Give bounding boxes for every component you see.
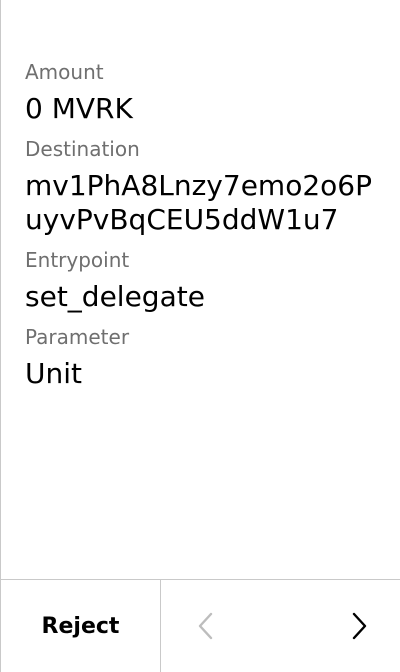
amount-field: Amount 0 MVRK [25,58,381,126]
parameter-value: Unit [25,357,82,390]
action-footer: Reject [1,579,400,672]
chevron-left-icon [198,612,213,640]
page-navigation [161,580,400,672]
entrypoint-label: Entrypoint [25,248,130,272]
reject-button[interactable]: Reject [1,580,161,672]
transaction-details: Amount 0 MVRK Destination mv1PhA8Lnzy7em… [25,58,381,400]
parameter-field: Parameter Unit [25,323,381,391]
chevron-right-icon [352,612,367,640]
transaction-review-screen: Amount 0 MVRK Destination mv1PhA8Lnzy7em… [0,0,400,672]
parameter-label: Parameter [25,325,130,349]
next-page-button[interactable] [346,606,374,646]
destination-value: mv1PhA8Lnzy7emo2o6PuyvPvBqCEU5ddW1u7 [25,169,372,236]
amount-label: Amount [25,60,104,84]
destination-label: Destination [25,137,140,161]
previous-page-button[interactable] [191,606,219,646]
entrypoint-field: Entrypoint set_delegate [25,246,381,314]
amount-value: 0 MVRK [25,92,133,125]
destination-field: Destination mv1PhA8Lnzy7emo2o6PuyvPvBqCE… [25,135,381,237]
entrypoint-value: set_delegate [25,280,205,313]
